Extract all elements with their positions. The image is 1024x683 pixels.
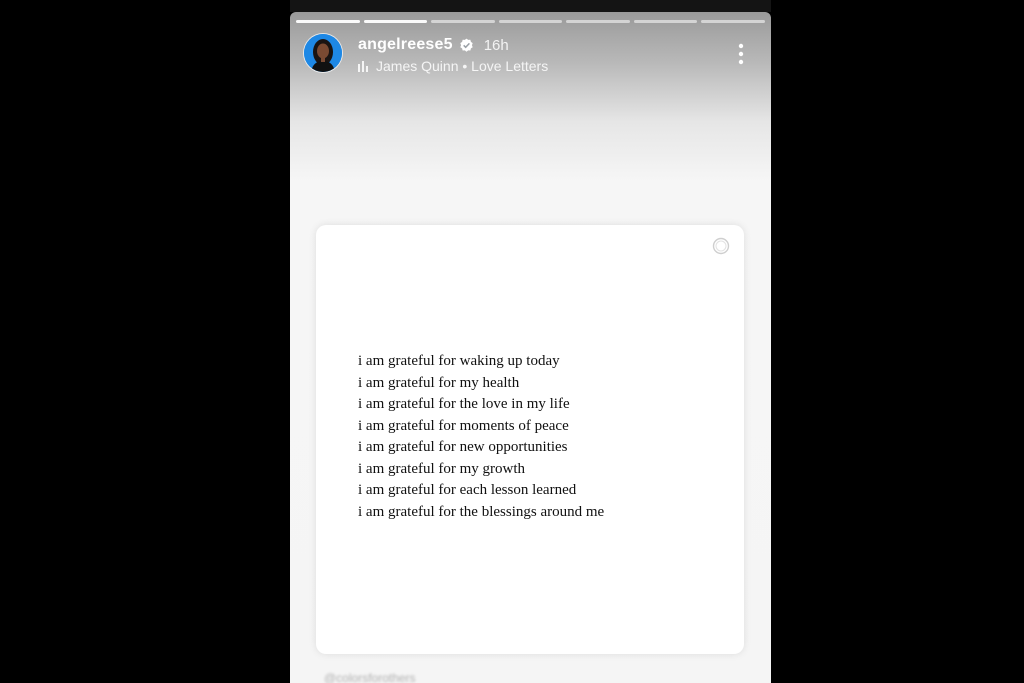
username[interactable]: angelreese5: [358, 36, 453, 54]
more-vertical-icon[interactable]: [733, 42, 749, 66]
music-bars-icon: [358, 60, 368, 72]
progress-segment: [296, 20, 360, 23]
gratitude-line: i am grateful for each lesson learned: [358, 482, 577, 498]
story-header: angelreese5 16h James Quinn • Love Lette…: [358, 35, 711, 74]
progress-segment: [701, 20, 766, 23]
progress-segment: [633, 20, 698, 23]
top-strip: [290, 0, 771, 12]
progress-segment: [431, 20, 495, 23]
gratitude-line: i am grateful for my growth: [358, 460, 526, 477]
progress-segment: [363, 20, 428, 23]
verified-badge-icon: [460, 38, 473, 52]
music-attribution[interactable]: James Quinn • Love Letters: [358, 58, 711, 74]
viewer-background: angelreese5 16h James Quinn • Love Lette…: [0, 0, 1024, 683]
story-progress-bar: [296, 20, 766, 23]
gratitude-line: i am grateful for waking up today: [358, 353, 560, 369]
gratitude-line: i am grateful for the blessings around m…: [358, 503, 605, 520]
progress-segment: [498, 20, 563, 23]
story-frame[interactable]: angelreese5 16h James Quinn • Love Lette…: [290, 12, 771, 683]
music-label: James Quinn • Love Letters: [376, 58, 549, 74]
gratitude-list: i am grateful for waking up today i am g…: [358, 351, 604, 523]
progress-segment: [566, 20, 630, 23]
quote-card[interactable]: i am grateful for waking up today i am g…: [316, 225, 744, 654]
gratitude-line: i am grateful for new opportunities: [358, 439, 568, 455]
gratitude-line: i am grateful for my health: [358, 374, 520, 391]
circle-icon: [712, 237, 730, 255]
avatar-image: [304, 34, 342, 72]
gratitude-line: i am grateful for the love in my life: [358, 396, 570, 412]
mention-tag[interactable]: @colorsforothers: [324, 671, 416, 683]
gratitude-line: i am grateful for moments of peace: [358, 417, 569, 434]
avatar[interactable]: [304, 34, 342, 72]
post-time: 16h: [483, 36, 509, 54]
